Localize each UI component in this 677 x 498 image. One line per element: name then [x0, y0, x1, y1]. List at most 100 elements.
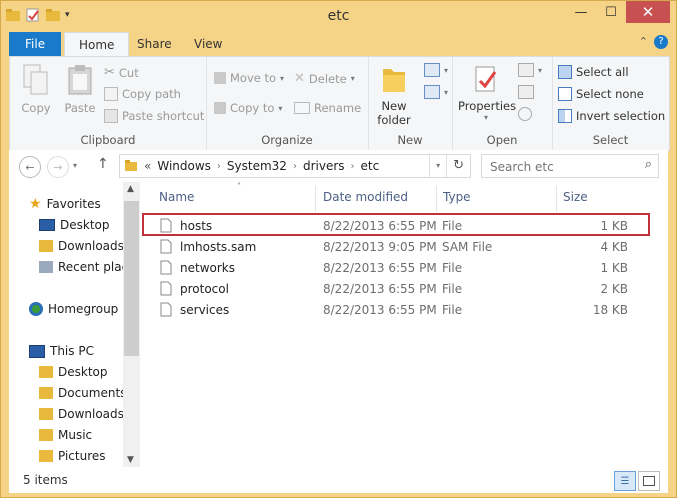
clipboard-group: Copy Paste ✂ Cut Copy path Paste shortcu… [10, 57, 207, 150]
homegroup-icon [29, 302, 43, 316]
crumb-separator-icon[interactable]: › [293, 161, 297, 172]
paste-icon [68, 65, 92, 95]
tab-file[interactable]: File [9, 32, 62, 56]
collapse-ribbon-chevron-icon[interactable]: ⌃ [639, 35, 648, 49]
paste-button[interactable]: Paste [60, 63, 100, 115]
copy-icon [23, 64, 48, 95]
crumb-windows[interactable]: Windows [157, 159, 211, 173]
move-to-button[interactable]: Move to ▾ [214, 71, 284, 85]
scrollbar-thumb[interactable] [124, 201, 139, 356]
open-group: Properties ▾ ▾ Open [452, 57, 553, 150]
scroll-down-chevron-icon[interactable]: ▼ [127, 455, 134, 465]
file-icon [160, 302, 172, 317]
new-item-button[interactable]: ▾ [424, 63, 448, 77]
open-button[interactable]: ▾ [518, 63, 542, 77]
crumb-etc[interactable]: etc [361, 159, 380, 173]
address-overflow[interactable]: « [144, 159, 151, 173]
history-button[interactable] [518, 107, 532, 121]
select-group: Select all Select none Invert selection … [552, 57, 669, 150]
select-all-icon [558, 65, 572, 79]
tab-home[interactable]: Home [64, 32, 130, 57]
nav-favorites-recent[interactable]: Recent plac [39, 257, 123, 277]
folder-icon [125, 160, 137, 171]
tab-share[interactable]: Share [123, 32, 186, 56]
file-row-protocol[interactable]: protocol 8/22/2013 6:55 PM File 2 KB [150, 279, 650, 299]
file-icon [160, 260, 172, 275]
copy-path-icon [104, 87, 118, 101]
file-row-lmhosts[interactable]: lmhosts.sam 8/22/2013 9:05 PM SAM File 4… [150, 237, 650, 257]
navigation-pane: ★ Favorites Desktop Downloads Recent pla… [9, 182, 123, 467]
nav-favorites[interactable]: ★ Favorites [29, 194, 101, 214]
nav-this-pc[interactable]: This PC [29, 341, 94, 361]
status-bar: 5 items ☰ [9, 467, 668, 493]
file-icon [160, 281, 172, 296]
paste-shortcut-button[interactable]: Paste shortcut [104, 109, 204, 123]
copy-to-button[interactable]: Copy to ▾ [214, 101, 282, 115]
column-header-name[interactable]: Name [159, 190, 194, 204]
rename-button[interactable]: Rename [294, 101, 361, 115]
properties-large-icon [475, 66, 497, 92]
address-row: ← → ▾ ↑ « Windows › System32 › drivers › et… [9, 150, 668, 182]
ribbon-tabs: File Home Share View [9, 32, 668, 57]
crumb-system32[interactable]: System32 [227, 159, 287, 173]
edit-button[interactable] [518, 85, 534, 99]
copy-path-button[interactable]: Copy path [104, 87, 181, 101]
properties-button[interactable]: Properties ▾ [458, 63, 516, 122]
nav-pc-pictures[interactable]: Pictures [39, 446, 106, 466]
large-icons-view-button[interactable] [638, 471, 660, 491]
select-all-button[interactable]: Select all [558, 65, 629, 79]
file-row-networks[interactable]: networks 8/22/2013 6:55 PM File 1 KB [150, 258, 650, 278]
column-divider[interactable] [315, 186, 316, 212]
cut-button[interactable]: ✂ Cut [104, 65, 139, 80]
close-button[interactable]: ✕ [626, 1, 670, 23]
nav-favorites-desktop[interactable]: Desktop [39, 215, 110, 235]
delete-button[interactable]: ✕ Delete ▾ [294, 71, 355, 86]
invert-selection-button[interactable]: Invert selection [558, 109, 665, 123]
back-arrow-icon: ← [25, 160, 35, 174]
back-button[interactable]: ← [19, 156, 41, 178]
new-item-icon [424, 63, 440, 77]
help-icon[interactable]: ? [654, 35, 668, 49]
music-folder-icon [39, 429, 53, 441]
column-header-date[interactable]: Date modified [323, 190, 408, 204]
delete-x-icon: ✕ [294, 71, 305, 86]
nav-pc-documents[interactable]: Documents [39, 383, 123, 403]
nav-homegroup[interactable]: Homegroup [29, 299, 118, 319]
new-folder-button[interactable]: New folder [374, 63, 414, 127]
column-header-size[interactable]: Size [563, 190, 588, 204]
navigation-scrollbar[interactable]: ▲ ▼ [123, 182, 140, 467]
recent-locations-chevron-icon[interactable]: ▾ [73, 161, 77, 170]
easy-access-button[interactable]: ▾ [424, 85, 448, 99]
refresh-icon[interactable]: ↻ [446, 155, 470, 177]
search-input[interactable] [488, 157, 632, 177]
maximize-button[interactable]: ☐ [596, 1, 626, 23]
file-row-services[interactable]: services 8/22/2013 6:55 PM File 18 KB [150, 300, 650, 320]
nav-pc-desktop[interactable]: Desktop [39, 362, 108, 382]
easy-access-icon [424, 85, 440, 99]
select-none-button[interactable]: Select none [558, 87, 644, 101]
column-divider[interactable] [556, 186, 557, 212]
crumb-separator-icon[interactable]: › [217, 161, 221, 172]
crumb-drivers[interactable]: drivers [303, 159, 345, 173]
copy-button[interactable]: Copy [16, 63, 56, 115]
address-dropdown-chevron-icon[interactable]: ▾ [429, 155, 446, 177]
organize-group-label: Organize [261, 133, 313, 147]
column-divider[interactable] [436, 186, 437, 212]
computer-icon [29, 344, 45, 358]
nav-favorites-downloads[interactable]: Downloads [39, 236, 123, 256]
pictures-folder-icon [39, 450, 53, 462]
crumb-separator-icon[interactable]: › [351, 161, 355, 172]
address-bar[interactable]: « Windows › System32 › drivers › etc ▾ ↻ [119, 154, 471, 178]
minimize-button[interactable]: — [566, 1, 596, 23]
details-view-button[interactable]: ☰ [614, 471, 636, 491]
sort-ascending-icon: ˄ [237, 182, 241, 191]
forward-button[interactable]: → [47, 156, 69, 178]
column-header-type[interactable]: Type [443, 190, 471, 204]
nav-pc-music[interactable]: Music [39, 425, 92, 445]
search-box[interactable]: ⌕ [481, 154, 659, 178]
nav-pc-downloads[interactable]: Downloads [39, 404, 123, 424]
up-arrow-icon[interactable]: ↑ [97, 156, 109, 172]
scroll-up-chevron-icon[interactable]: ▲ [127, 184, 134, 194]
tab-view[interactable]: View [180, 32, 236, 56]
search-icon[interactable]: ⌕ [645, 157, 652, 172]
